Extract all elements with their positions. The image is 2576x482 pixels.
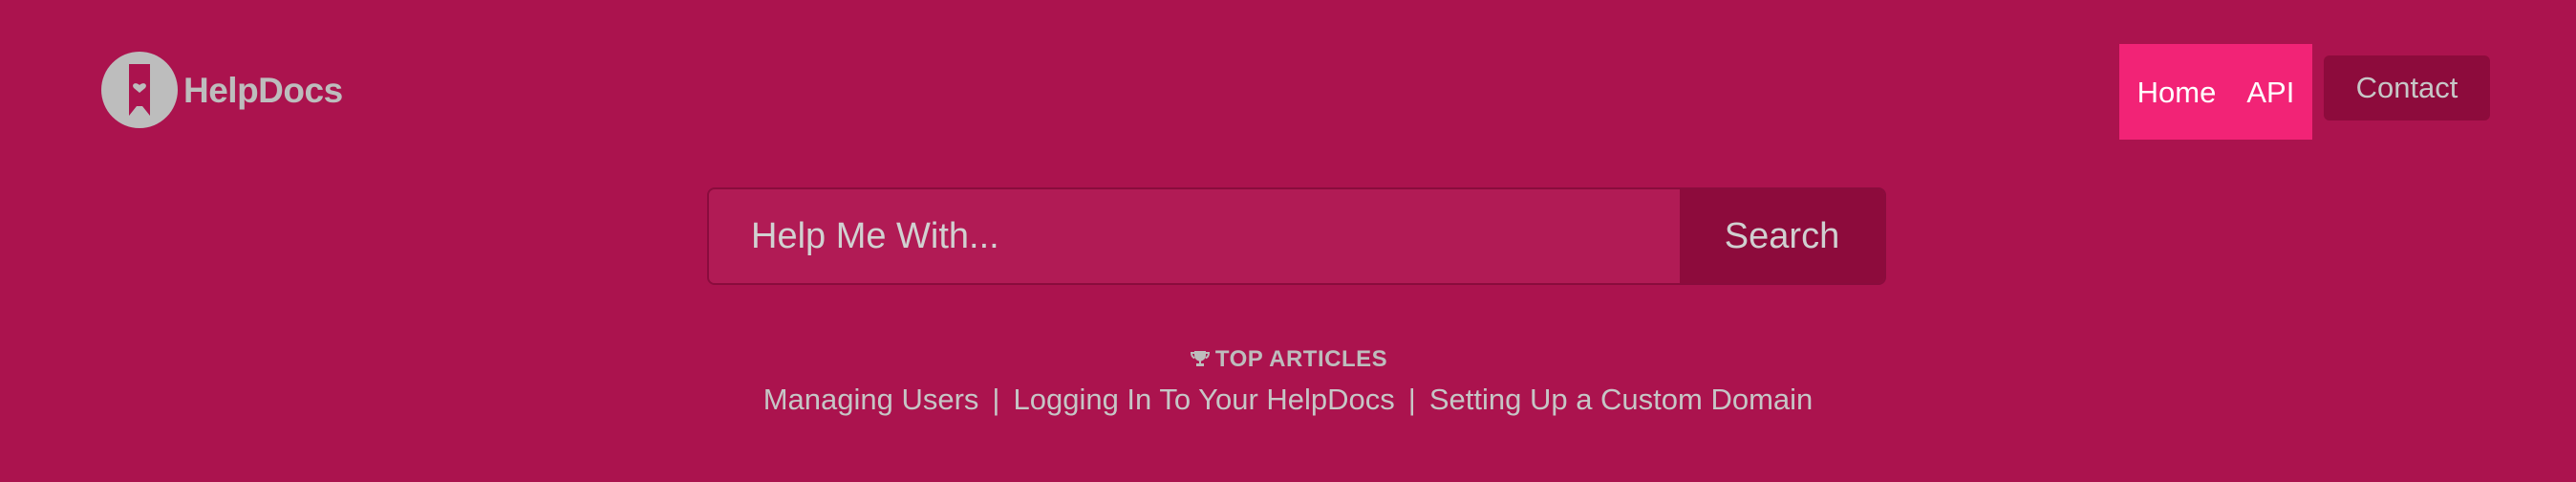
brand-name: HelpDocs bbox=[183, 70, 343, 110]
top-articles-heading: TOP ARTICLES bbox=[1214, 346, 1388, 372]
trophy-icon bbox=[1190, 351, 1210, 366]
nav-api-link[interactable]: API bbox=[2246, 77, 2294, 107]
nav-group: Home API bbox=[2119, 44, 2312, 140]
contact-button[interactable]: Contact bbox=[2324, 55, 2490, 120]
article-link-managing-users[interactable]: Managing Users bbox=[763, 384, 979, 414]
article-link-logging-in[interactable]: Logging In To Your HelpDocs bbox=[1013, 384, 1394, 414]
search-button[interactable]: Search bbox=[1680, 189, 1884, 283]
article-separator: | bbox=[992, 383, 1000, 416]
top-nav: Home API Contact bbox=[0, 0, 2576, 143]
helpdocs-logo-icon bbox=[101, 52, 178, 128]
article-separator: | bbox=[1407, 383, 1416, 416]
search-input[interactable] bbox=[709, 189, 1680, 283]
nav-home-link[interactable]: Home bbox=[2137, 77, 2217, 107]
search-bar: Search bbox=[707, 187, 1886, 285]
top-articles-heading-row: TOP ARTICLES bbox=[0, 346, 2576, 373]
article-link-custom-domain[interactable]: Setting Up a Custom Domain bbox=[1429, 384, 1813, 414]
logo[interactable]: HelpDocs bbox=[101, 52, 343, 128]
top-articles-list: Managing Users | Logging In To Your Help… bbox=[0, 384, 2576, 414]
